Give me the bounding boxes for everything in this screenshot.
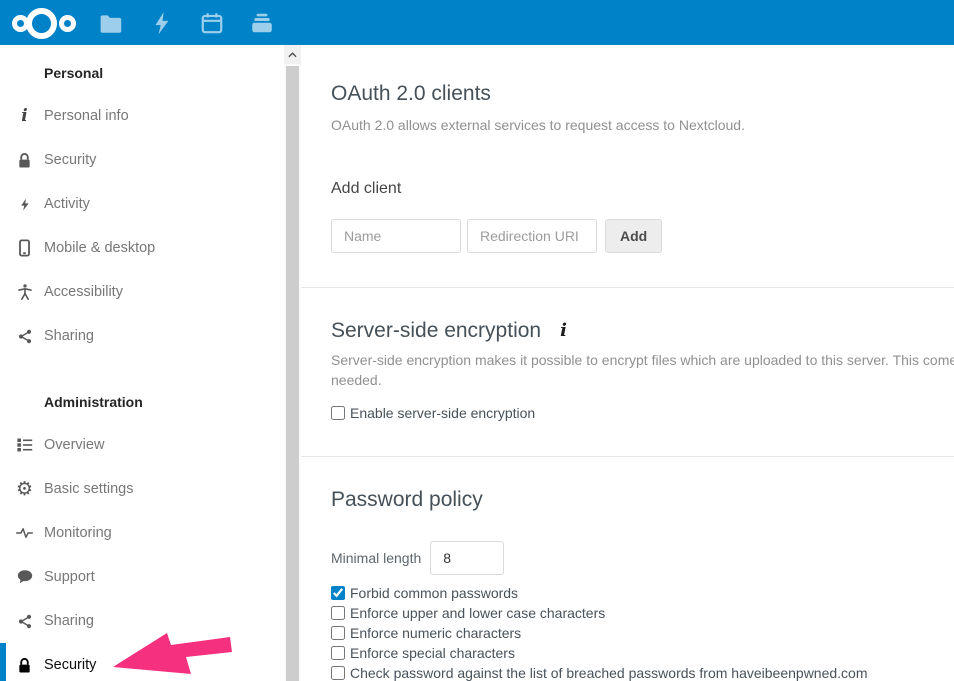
files-folder-icon[interactable]: [98, 9, 126, 37]
minimal-length-row: Minimal length: [331, 541, 954, 575]
password-policy-title: Password policy: [331, 487, 954, 513]
password-policy-checkboxes: Forbid common passwords Enforce upper an…: [331, 583, 954, 681]
oauth-title: OAuth 2.0 clients: [331, 81, 954, 107]
lock-icon: [16, 150, 33, 170]
nextcloud-logo[interactable]: [12, 6, 78, 40]
sidebar-scrollbar[interactable]: [284, 45, 301, 681]
enforce-numeric-checkbox[interactable]: [331, 626, 345, 640]
enable-encryption-label: Enable server-side encryption: [350, 405, 535, 421]
info-icon[interactable]: i: [560, 318, 567, 344]
scrollbar-up-arrow[interactable]: [284, 45, 301, 64]
minimal-length-input[interactable]: [430, 541, 504, 575]
enable-encryption-checkbox[interactable]: [331, 406, 345, 420]
sidebar-item-overview[interactable]: Overview: [0, 423, 284, 467]
sidebar-item-monitoring[interactable]: Monitoring: [0, 511, 284, 555]
add-client-button[interactable]: Add: [605, 219, 662, 253]
sidebar-heading-administration: Administration: [0, 392, 284, 412]
sidebar-item-accessibility[interactable]: Accessibility: [0, 270, 284, 314]
enforce-upper-lower-checkbox[interactable]: [331, 606, 345, 620]
lock-icon: [16, 655, 33, 675]
enable-encryption-row: Enable server-side encryption: [331, 404, 954, 422]
settings-content: OAuth 2.0 clients OAuth 2.0 allows exter…: [301, 45, 954, 681]
sidebar-item-activity[interactable]: Activity: [0, 182, 284, 226]
sidebar-item-security-admin[interactable]: Security: [0, 643, 284, 681]
password-policy-section: Password policy Minimal length Forbid co…: [301, 457, 954, 681]
enforce-special-row: Enforce special characters: [331, 643, 954, 663]
encryption-section: Server-side encryption i Server-side enc…: [301, 288, 954, 457]
encryption-description-line2: needed.: [331, 370, 954, 390]
accessibility-icon: [16, 282, 33, 302]
oauth-description: OAuth 2.0 allows external services to re…: [331, 115, 954, 135]
sidebar-heading-personal: Personal: [0, 63, 284, 83]
add-client-row: Add: [331, 219, 954, 253]
sidebar-item-security-personal[interactable]: Security: [0, 138, 284, 182]
forbid-common-passwords-row: Forbid common passwords: [331, 583, 954, 603]
share-icon: [16, 611, 33, 631]
forbid-common-passwords-checkbox[interactable]: [331, 586, 345, 600]
sidebar-item-basic-settings[interactable]: ⚙ Basic settings: [0, 467, 284, 511]
list-icon: [16, 435, 33, 455]
add-client-heading: Add client: [331, 179, 954, 199]
app-icon-bar: [98, 9, 276, 37]
info-i-icon: i: [16, 106, 33, 126]
encryption-description-line1: Server-side encryption makes it possible…: [331, 350, 954, 370]
minimal-length-label: Minimal length: [331, 550, 421, 566]
phone-icon: [16, 238, 33, 258]
share-icon: [16, 326, 33, 346]
enforce-upper-lower-row: Enforce upper and lower case characters: [331, 603, 954, 623]
sidebar-item-support[interactable]: Support: [0, 555, 284, 599]
encryption-title: Server-side encryption i: [331, 318, 954, 344]
client-name-input[interactable]: [331, 219, 461, 253]
gear-icon: ⚙: [16, 479, 33, 499]
scrollbar-thumb[interactable]: [286, 66, 299, 681]
activity-bolt-icon[interactable]: [148, 9, 176, 37]
calendar-icon[interactable]: [198, 9, 226, 37]
redirection-uri-input[interactable]: [467, 219, 597, 253]
enforce-numeric-row: Enforce numeric characters: [331, 623, 954, 643]
sidebar-item-sharing-personal[interactable]: Sharing: [0, 314, 284, 358]
top-bar: [0, 0, 954, 45]
sidebar-item-mobile-desktop[interactable]: Mobile & desktop: [0, 226, 284, 270]
logo-circle-right: [59, 15, 76, 32]
check-breached-passwords-row: Check password against the list of breac…: [331, 663, 954, 681]
logo-circle-center: [26, 8, 57, 39]
sidebar-item-personal-info[interactable]: i Personal info: [0, 94, 284, 138]
bolt-icon: [16, 194, 33, 214]
sidebar-item-sharing-admin[interactable]: Sharing: [0, 599, 284, 643]
check-breached-passwords-checkbox[interactable]: [331, 666, 345, 680]
speech-bubble-icon: [16, 567, 33, 587]
settings-sidebar: Personal i Personal info Security Activi…: [0, 45, 284, 681]
deck-icon[interactable]: [248, 9, 276, 37]
enforce-special-checkbox[interactable]: [331, 646, 345, 660]
oauth-section: OAuth 2.0 clients OAuth 2.0 allows exter…: [301, 45, 954, 288]
encryption-title-text: Server-side encryption: [331, 318, 541, 344]
pulse-icon: [16, 523, 33, 543]
